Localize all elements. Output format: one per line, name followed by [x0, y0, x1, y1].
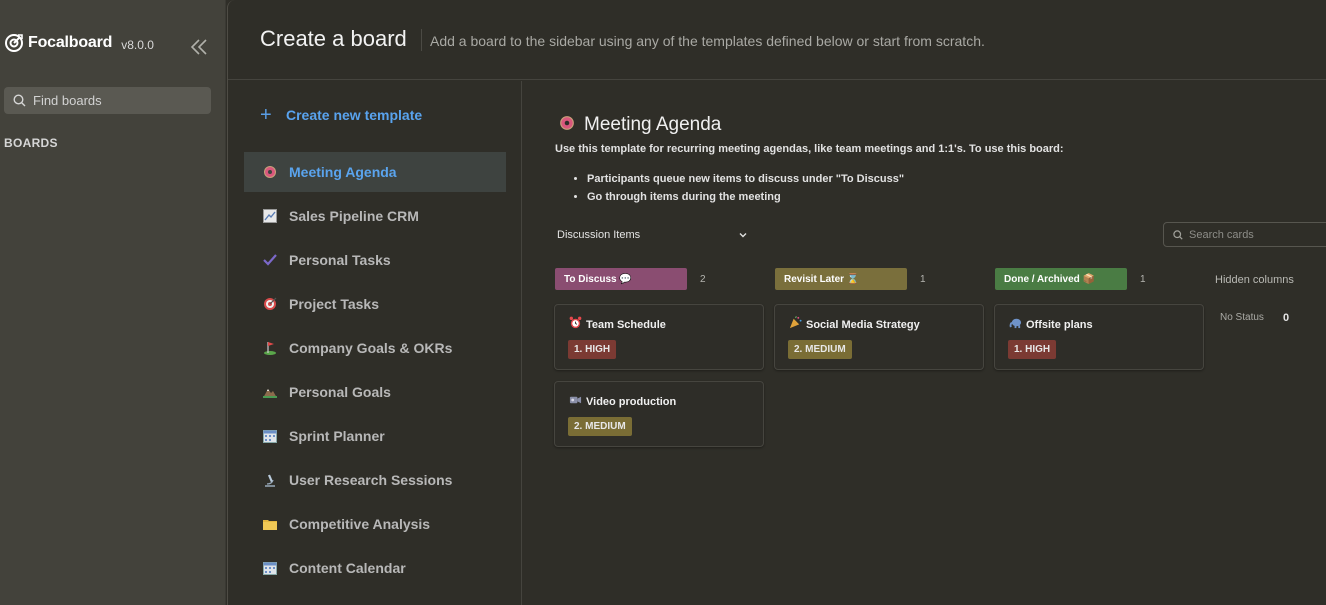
calendar-icon	[262, 428, 278, 444]
template-item-label: Company Goals & OKRs	[289, 340, 453, 356]
template-item-competitive-analysis[interactable]: Competitive Analysis	[244, 504, 506, 544]
template-item-meeting-agenda[interactable]: Meeting Agenda	[244, 152, 506, 192]
calendar-icon	[262, 560, 278, 576]
preview-description: Use this template for recurring meeting …	[555, 143, 1064, 155]
find-boards-label: Find boards	[33, 93, 102, 108]
version-label: v8.0.0	[121, 37, 154, 52]
template-item-sales-pipeline-crm[interactable]: Sales Pipeline CRM	[244, 196, 506, 236]
template-item-label: Competitive Analysis	[289, 516, 431, 532]
main-panel: Create a board Add a board to the sideba…	[227, 0, 1326, 605]
preview-title-label: Meeting Agenda	[584, 114, 722, 135]
no-status-count: 0	[1283, 312, 1290, 324]
search-icon	[13, 94, 26, 107]
column-count: 1	[920, 273, 926, 285]
card-title-label: Offsite plans	[1026, 319, 1093, 331]
view-selector[interactable]: Discussion Items	[557, 229, 748, 241]
microscope-icon	[262, 472, 278, 488]
page-description: Add a board to the sidebar using any of …	[430, 33, 985, 49]
page-title: Create a board	[260, 26, 407, 51]
template-item-label: Personal Tasks	[289, 252, 391, 268]
card-team-schedule[interactable]: Team Schedule 1. HIGH	[554, 304, 764, 370]
template-item-personal-tasks[interactable]: Personal Tasks	[244, 240, 506, 280]
create-new-template-label: Create new template	[286, 107, 423, 123]
find-boards-button[interactable]: Find boards	[4, 87, 211, 114]
party-popper-icon	[789, 316, 802, 334]
column-label: To Discuss 💬	[555, 268, 687, 290]
column-count: 2	[700, 273, 706, 285]
brand[interactable]: Focalboard v8.0.0	[4, 33, 154, 53]
chevron-down-icon	[739, 233, 747, 238]
hidden-columns-label: Hidden columns	[1215, 274, 1294, 286]
no-status-label[interactable]: No Status	[1220, 312, 1264, 323]
search-cards-placeholder: Search cards	[1189, 228, 1254, 241]
card-title-label: Team Schedule	[586, 319, 666, 331]
template-item-company-goals-okrs[interactable]: Company Goals & OKRs	[244, 328, 506, 368]
video-camera-icon	[569, 393, 582, 411]
focalboard-logo-icon	[5, 34, 23, 52]
column-header-to-discuss[interactable]: To Discuss 💬 2	[555, 268, 706, 290]
template-item-label: Sales Pipeline CRM	[289, 208, 419, 224]
preview-bullets: Participants queue new items to discuss …	[587, 173, 904, 209]
template-item-personal-goals[interactable]: Personal Goals	[244, 372, 506, 412]
priority-badge: 1. HIGH	[568, 340, 617, 359]
card-title: Team Schedule	[569, 316, 666, 334]
card-video-production[interactable]: Video production 2. MEDIUM	[554, 381, 764, 447]
elephant-icon	[1009, 316, 1022, 334]
template-item-label: User Research Sessions	[289, 472, 453, 488]
plus-icon: +	[260, 104, 272, 126]
card-title-label: Social Media Strategy	[806, 319, 920, 331]
column-header-done-archived[interactable]: Done / Archived 📦 1	[995, 268, 1146, 290]
column-count: 1	[1140, 273, 1146, 285]
priority-badge: 1. HIGH	[1008, 340, 1057, 359]
view-name: Discussion Items	[557, 229, 641, 241]
card-title: Offsite plans	[1009, 316, 1093, 334]
card-title-label: Video production	[586, 396, 677, 408]
search-icon	[1173, 229, 1183, 240]
card-title: Video production	[569, 393, 676, 411]
donut-icon	[262, 164, 278, 180]
template-item-label: Content Calendar	[289, 560, 406, 576]
template-item-label: Sprint Planner	[289, 428, 385, 444]
template-item-content-calendar[interactable]: Content Calendar	[244, 548, 506, 588]
boards-section-title: BOARDS	[4, 136, 58, 150]
card-title: Social Media Strategy	[789, 316, 920, 334]
preview-title: Meeting Agenda	[559, 114, 721, 136]
folder-icon	[262, 516, 278, 532]
template-list: + Create new template Meeting Agenda Sal…	[228, 81, 522, 605]
priority-badge: 2. MEDIUM	[788, 340, 852, 359]
template-item-label: Project Tasks	[289, 296, 380, 312]
alarm-clock-icon	[569, 316, 582, 334]
create-new-template-button[interactable]: + Create new template	[260, 104, 423, 126]
preview-bullet: Go through items during the meeting	[587, 191, 904, 203]
target-icon	[262, 296, 278, 312]
donut-icon	[559, 115, 575, 136]
mountain-icon	[262, 384, 278, 400]
golf-icon	[262, 340, 278, 356]
preview-bullet: Participants queue new items to discuss …	[587, 173, 904, 185]
brand-name: Focalboard	[28, 34, 113, 51]
page-header: Create a board Add a board to the sideba…	[228, 0, 1326, 80]
collapse-sidebar-icon[interactable]	[189, 37, 209, 57]
template-item-label: Personal Goals	[289, 384, 391, 400]
chart-icon	[262, 208, 278, 224]
card-social-media-strategy[interactable]: Social Media Strategy 2. MEDIUM	[774, 304, 984, 370]
card-offsite-plans[interactable]: Offsite plans 1. HIGH	[994, 304, 1204, 370]
search-cards-input[interactable]: Search cards	[1163, 222, 1326, 247]
template-item-project-tasks[interactable]: Project Tasks	[244, 284, 506, 324]
header-divider	[421, 29, 422, 51]
column-header-revisit-later[interactable]: Revisit Later ⌛ 1	[775, 268, 926, 290]
template-item-sprint-planner[interactable]: Sprint Planner	[244, 416, 506, 456]
template-item-user-research-sessions[interactable]: User Research Sessions	[244, 460, 506, 500]
template-preview: Meeting Agenda Use this template for rec…	[523, 81, 1326, 605]
sidebar: Focalboard v8.0.0 Find boards BOARDS	[0, 0, 226, 605]
column-label: Revisit Later ⌛	[775, 268, 907, 290]
checkmark-icon	[262, 252, 278, 268]
column-label: Done / Archived 📦	[995, 268, 1127, 290]
priority-badge: 2. MEDIUM	[568, 417, 632, 436]
template-item-label: Meeting Agenda	[289, 164, 397, 180]
